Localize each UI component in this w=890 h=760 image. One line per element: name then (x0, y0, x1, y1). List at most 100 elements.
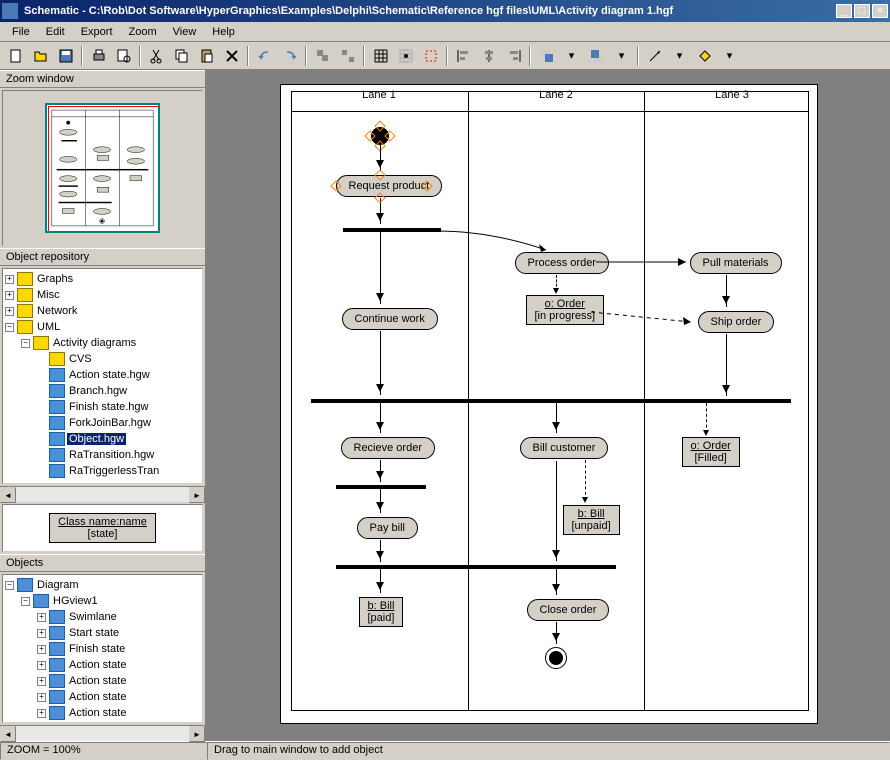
align-right-button[interactable] (502, 45, 525, 67)
print-button[interactable] (87, 45, 110, 67)
tree-expand-icon[interactable]: + (37, 709, 46, 718)
tree-expand-icon[interactable]: + (37, 661, 46, 670)
tree-item-object[interactable]: Object.hgw (67, 433, 126, 445)
new-button[interactable] (4, 45, 27, 67)
shape-button[interactable] (693, 45, 716, 67)
canvas-area[interactable]: Lane 1 Lane 2 Lane 3 Request product Con… (207, 70, 890, 741)
lane2-header[interactable]: Lane 2 (468, 89, 645, 101)
menu-edit[interactable]: Edit (38, 24, 73, 40)
objects-tree[interactable]: −Diagram −HGview1 +Swimlane +Start state… (2, 574, 203, 723)
tree-collapse-icon[interactable]: − (5, 581, 14, 590)
tree-collapse-icon[interactable]: − (5, 323, 14, 332)
send-back-dropdown[interactable]: ▾ (610, 45, 633, 67)
object-repository-tree[interactable]: +Graphs +Misc +Network −UML −Activity di… (2, 268, 203, 484)
tree-item-action-state-2[interactable]: Action state (67, 675, 128, 687)
maximize-button[interactable]: □ (854, 4, 870, 18)
bring-front-button[interactable] (535, 45, 558, 67)
diagram-canvas[interactable]: Lane 1 Lane 2 Lane 3 Request product Con… (280, 84, 818, 724)
tree-item-finish-state[interactable]: Finish state (67, 643, 127, 655)
select-area-button[interactable] (419, 45, 442, 67)
tree-item-uml[interactable]: UML (35, 321, 62, 333)
ungroup-button[interactable] (336, 45, 359, 67)
tree-expand-icon[interactable]: + (37, 613, 46, 622)
bring-front-dropdown[interactable]: ▾ (560, 45, 583, 67)
tree-item-start-state[interactable]: Start state (67, 627, 121, 639)
activity-continue-work[interactable]: Continue work (342, 308, 438, 330)
object-bill-unpaid[interactable]: b: Bill [unpaid] (563, 505, 620, 535)
align-left-button[interactable] (452, 45, 475, 67)
scroll-right-icon[interactable]: ► (189, 726, 205, 742)
tree-expand-icon[interactable]: + (5, 275, 14, 284)
scroll-left-icon[interactable]: ◄ (0, 487, 16, 503)
delete-button[interactable] (220, 45, 243, 67)
object-preview[interactable]: Class name:name [state] (2, 504, 203, 552)
join-bar-1[interactable] (311, 399, 791, 403)
zoom-window[interactable] (2, 90, 203, 246)
fork-bar-1[interactable] (343, 228, 441, 232)
minimize-button[interactable]: _ (836, 4, 852, 18)
tree-expand-icon[interactable]: + (37, 677, 46, 686)
align-center-button[interactable] (477, 45, 500, 67)
snap-button[interactable] (394, 45, 417, 67)
connector-dropdown[interactable]: ▾ (668, 45, 691, 67)
tree-item-ratransition[interactable]: RaTransition.hgw (67, 449, 156, 461)
preview-object-node[interactable]: Class name:name [state] (49, 513, 156, 543)
close-button[interactable]: × (872, 4, 888, 18)
repository-scrollbar-h[interactable]: ◄► (0, 486, 205, 502)
object-bill-paid[interactable]: b: Bill [paid] (359, 597, 404, 627)
menu-export[interactable]: Export (73, 24, 121, 40)
redo-button[interactable] (278, 45, 301, 67)
tree-item-branch[interactable]: Branch.hgw (67, 385, 129, 397)
tree-expand-icon[interactable]: + (5, 307, 14, 316)
tree-item-action-state-1[interactable]: Action state (67, 659, 128, 671)
object-order-filled[interactable]: o: Order [Filled] (682, 437, 740, 467)
tree-item-action-state-4[interactable]: Action state (67, 707, 128, 719)
save-button[interactable] (54, 45, 77, 67)
tree-item-action-state-3[interactable]: Action state (67, 691, 128, 703)
scroll-left-icon[interactable]: ◄ (0, 726, 16, 742)
menu-help[interactable]: Help (204, 24, 243, 40)
activity-bill-customer[interactable]: Bill customer (520, 437, 609, 459)
lane3-header[interactable]: Lane 3 (644, 89, 821, 101)
menu-zoom[interactable]: Zoom (121, 24, 165, 40)
open-button[interactable] (29, 45, 52, 67)
join-bar-2[interactable] (336, 485, 426, 489)
tree-item-swimlane[interactable]: Swimlane (67, 611, 119, 623)
group-button[interactable] (311, 45, 334, 67)
tree-item-finish-state[interactable]: Finish state.hgw (67, 401, 150, 413)
connector-button[interactable] (643, 45, 666, 67)
scroll-right-icon[interactable]: ► (189, 487, 205, 503)
grid-button[interactable] (369, 45, 392, 67)
tree-expand-icon[interactable]: + (37, 645, 46, 654)
activity-pull-materials[interactable]: Pull materials (690, 252, 782, 274)
tree-expand-icon[interactable]: + (37, 693, 46, 702)
shape-dropdown[interactable]: ▾ (718, 45, 741, 67)
final-node[interactable] (545, 647, 567, 669)
undo-button[interactable] (253, 45, 276, 67)
tree-collapse-icon[interactable]: − (21, 339, 30, 348)
activity-ship-order[interactable]: Ship order (698, 311, 775, 333)
menu-file[interactable]: File (4, 24, 38, 40)
tree-expand-icon[interactable]: + (37, 629, 46, 638)
tree-item-ratriggerless[interactable]: RaTriggerlessTran (67, 465, 161, 477)
lane1-header[interactable]: Lane 1 (291, 89, 468, 101)
copy-button[interactable] (170, 45, 193, 67)
paste-button[interactable] (195, 45, 218, 67)
tree-item-activity-diagrams[interactable]: Activity diagrams (51, 337, 138, 349)
tree-item-hgview[interactable]: HGview1 (51, 595, 100, 607)
cut-button[interactable] (145, 45, 168, 67)
print-preview-button[interactable] (112, 45, 135, 67)
tree-expand-icon[interactable]: + (5, 291, 14, 300)
tree-item-diagram[interactable]: Diagram (35, 579, 81, 591)
activity-recieve-order[interactable]: Recieve order (341, 437, 435, 459)
send-back-button[interactable] (585, 45, 608, 67)
tree-item-misc[interactable]: Misc (35, 289, 62, 301)
join-bar-3[interactable] (336, 565, 616, 569)
activity-close-order[interactable]: Close order (527, 599, 610, 621)
tree-item-graphs[interactable]: Graphs (35, 273, 75, 285)
tree-item-network[interactable]: Network (35, 305, 79, 317)
tree-item-action-state[interactable]: Action state.hgw (67, 369, 152, 381)
activity-pay-bill[interactable]: Pay bill (357, 517, 418, 539)
tree-item-forkjoinbar[interactable]: ForkJoinBar.hgw (67, 417, 153, 429)
tree-item-cvs[interactable]: CVS (67, 353, 94, 365)
